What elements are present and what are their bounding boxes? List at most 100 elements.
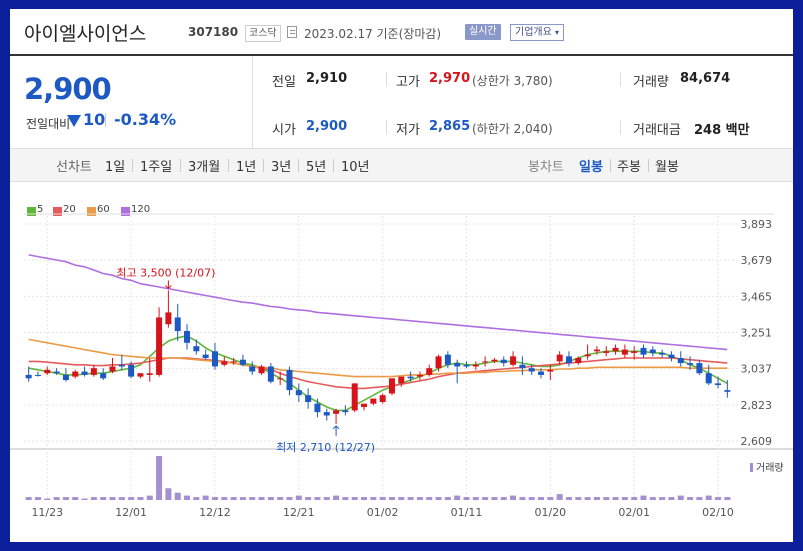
candle-body: [370, 398, 377, 404]
volume-bar: [230, 497, 237, 500]
candle-body: [463, 364, 470, 367]
candle-body: [34, 374, 41, 376]
volume-bar: [370, 497, 377, 500]
volume-bar: [528, 497, 535, 500]
candle-body: [239, 359, 246, 365]
candle-body: [500, 359, 507, 364]
volume-bar: [426, 497, 433, 500]
volume-bar: [603, 497, 610, 500]
volume-bar: [454, 495, 461, 500]
candle-body: [556, 354, 563, 362]
candle-body: [547, 369, 554, 372]
candle-body: [724, 390, 731, 392]
volume-bar: [72, 497, 79, 500]
x-tick-label: 02/01: [618, 506, 650, 519]
candle-body: [565, 356, 572, 364]
candle-body: [687, 363, 694, 365]
volume-bar: [81, 498, 88, 500]
volume-bar: [556, 494, 563, 500]
candle-body: [174, 317, 181, 331]
candle-body: [295, 390, 302, 396]
candle-body: [444, 354, 451, 365]
candle-body: [510, 356, 517, 365]
candle-body: [277, 378, 284, 380]
candle-body: [109, 366, 116, 372]
y-tick-label: 2,823: [741, 399, 773, 412]
candle-body: [528, 368, 535, 372]
candle-body: [435, 356, 442, 369]
volume-bar: [25, 497, 32, 500]
high-annotation: 최고 3,500 (12/07): [116, 266, 215, 279]
volume-bar: [435, 497, 442, 500]
volume-bar: [156, 456, 163, 500]
candle-body: [584, 354, 591, 357]
candle-body: [230, 361, 237, 363]
candle-body: [286, 369, 293, 391]
candle-body: [221, 361, 228, 365]
volume-bar: [305, 497, 312, 500]
volume-bar: [565, 497, 572, 500]
volume-bar: [249, 497, 256, 500]
volume-bar: [472, 497, 479, 500]
candle-body: [202, 354, 209, 359]
x-tick-label: 01/11: [451, 506, 483, 519]
candle-body: [398, 376, 405, 384]
volume-bar: [510, 495, 517, 500]
volume-bar: [128, 497, 135, 500]
candle-body: [100, 373, 107, 379]
volume-bar: [593, 497, 600, 500]
volume-bar: [584, 497, 591, 500]
volume-bar: [687, 497, 694, 500]
volume-legend-label: 거래량: [756, 462, 784, 474]
volume-bar: [500, 497, 507, 500]
y-tick-label: 3,465: [741, 290, 773, 303]
volume-legend-swatch: [750, 463, 753, 472]
y-tick-label: 3,037: [741, 363, 773, 376]
candle-body: [146, 373, 153, 375]
x-tick-label: 12/12: [199, 506, 231, 519]
volume-bar: [649, 497, 656, 500]
candle-body: [426, 368, 433, 375]
volume-bar: [631, 497, 638, 500]
x-tick-label: 02/10: [702, 506, 734, 519]
candle-body: [575, 358, 582, 364]
volume-bar: [705, 495, 712, 500]
volume-bar: [621, 497, 628, 500]
volume-bar: [361, 497, 368, 500]
volume-bar: [90, 497, 97, 500]
volume-bar: [184, 495, 191, 500]
x-tick-label: 12/01: [115, 506, 147, 519]
volume-bar: [258, 497, 265, 500]
candle-body: [379, 395, 386, 402]
volume-bar: [34, 497, 41, 500]
candle-body: [631, 351, 638, 353]
volume-bar: [239, 497, 246, 500]
candle-body: [267, 366, 274, 382]
volume-bar: [193, 497, 200, 500]
volume-bar: [724, 497, 731, 500]
y-tick-label: 3,251: [741, 327, 773, 340]
volume-bar: [267, 497, 274, 500]
volume-bar: [463, 497, 470, 500]
volume-bar: [388, 497, 395, 500]
volume-bar: [482, 497, 489, 500]
volume-bar: [575, 497, 582, 500]
volume-bar: [519, 497, 526, 500]
volume-bar: [137, 497, 144, 500]
candle-body: [314, 403, 321, 413]
y-tick-label: 3,679: [741, 254, 773, 267]
x-tick-label: 01/02: [367, 506, 399, 519]
volume-bar: [715, 497, 722, 500]
candle-body: [677, 358, 684, 364]
candle-body: [53, 371, 60, 374]
volume-bar: [547, 497, 554, 500]
volume-bar: [211, 497, 218, 500]
volume-bar: [118, 497, 125, 500]
volume-bar: [100, 497, 107, 500]
volume-bar: [295, 495, 302, 500]
candle-body: [491, 359, 498, 362]
candle-body: [305, 395, 312, 402]
volume-bar: [491, 497, 498, 500]
candle-body: [184, 330, 191, 343]
volume-bar: [62, 497, 69, 500]
